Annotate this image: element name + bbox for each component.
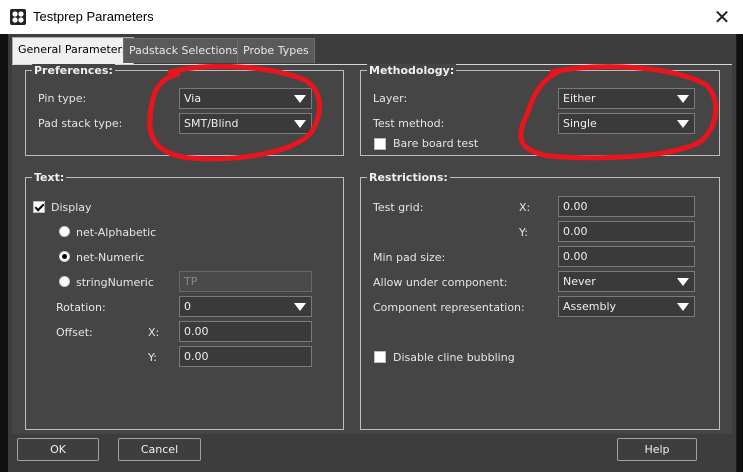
string-numeric-label: stringNumeric: [76, 276, 154, 289]
test-method-value: Single: [563, 117, 597, 130]
tab-probe-types[interactable]: Probe Types: [237, 38, 315, 63]
methodology-group: Methodology: Layer: Either Test method: …: [360, 64, 720, 156]
help-button[interactable]: Help: [617, 438, 697, 461]
test-grid-y-label: Y:: [519, 226, 528, 239]
rotation-select[interactable]: 0: [179, 296, 312, 317]
allow-under-component-label: Allow under component:: [373, 276, 508, 289]
pad-stack-type-select[interactable]: SMT/Blind: [179, 113, 312, 134]
component-representation-select[interactable]: Assembly: [558, 296, 695, 317]
text-legend: Text:: [32, 171, 67, 184]
close-icon[interactable]: ✕: [709, 4, 735, 30]
ok-button[interactable]: OK: [17, 438, 99, 461]
chevron-down-icon: [294, 120, 306, 128]
preferences-group: Preferences: Pin type: Via Pad stack typ…: [25, 64, 344, 156]
display-checkbox[interactable]: [33, 201, 45, 213]
disable-cline-bubbling-checkbox[interactable]: [374, 351, 386, 363]
offset-x-field[interactable]: 0.00: [179, 321, 312, 342]
restrictions-group: Restrictions: Test grid: X: 0.00 Y: 0.00…: [360, 171, 720, 430]
pad-stack-type-value: SMT/Blind: [184, 117, 239, 130]
chevron-down-icon: [294, 95, 306, 103]
chevron-down-icon: [294, 303, 306, 311]
restrictions-legend: Restrictions:: [367, 171, 450, 184]
canvas-edge-left: [0, 34, 8, 472]
tab-padstack-selections[interactable]: Padstack Selections: [123, 38, 244, 63]
disable-cline-bubbling-label: Disable cline bubbling: [393, 351, 515, 364]
rotation-label: Rotation:: [56, 301, 106, 314]
chevron-down-icon: [677, 303, 689, 311]
test-grid-y-field[interactable]: 0.00: [558, 221, 695, 242]
min-pad-size-field[interactable]: 0.00: [558, 246, 695, 267]
app-icon: [10, 9, 26, 25]
component-representation-label: Component representation:: [373, 301, 525, 314]
layer-select[interactable]: Either: [558, 88, 695, 109]
canvas-edge-right: [737, 34, 743, 472]
chevron-down-icon: [677, 120, 689, 128]
string-numeric-field[interactable]: TP: [179, 271, 312, 292]
title-bar: Testprep Parameters ✕: [0, 0, 743, 34]
offset-y-label: Y:: [148, 351, 157, 364]
tab-general-parameters[interactable]: General Parameters: [12, 37, 134, 64]
net-alphabetic-label: net-Alphabetic: [76, 226, 157, 239]
min-pad-size-label: Min pad size:: [373, 251, 446, 264]
offset-label: Offset:: [56, 326, 93, 339]
radio-net-alphabetic[interactable]: [59, 226, 70, 237]
chevron-down-icon: [677, 278, 689, 286]
radio-string-numeric[interactable]: [59, 276, 70, 287]
test-method-label: Test method:: [373, 117, 445, 130]
test-grid-label: Test grid:: [373, 201, 424, 214]
pin-type-value: Via: [184, 92, 202, 105]
radio-net-numeric[interactable]: [59, 251, 70, 262]
text-group: Text: Display net-Alphabetic net-Numeric…: [25, 171, 344, 430]
allow-under-component-select[interactable]: Never: [558, 271, 695, 292]
methodology-legend: Methodology:: [367, 64, 457, 77]
offset-y-field[interactable]: 0.00: [179, 346, 312, 367]
test-grid-x-field[interactable]: 0.00: [558, 196, 695, 217]
chevron-down-icon: [677, 95, 689, 103]
test-grid-x-label: X:: [519, 201, 531, 214]
pad-stack-type-label: Pad stack type:: [38, 117, 123, 130]
rotation-value: 0: [184, 300, 191, 313]
component-representation-value: Assembly: [563, 300, 617, 313]
allow-under-component-value: Never: [563, 275, 596, 288]
window-title: Testprep Parameters: [33, 9, 154, 24]
cancel-button[interactable]: Cancel: [118, 438, 201, 461]
layer-value: Either: [563, 92, 596, 105]
layer-label: Layer:: [373, 92, 408, 105]
pin-type-select[interactable]: Via: [179, 88, 312, 109]
dialog: General Parameters Padstack Selections P…: [8, 34, 736, 472]
test-method-select[interactable]: Single: [558, 113, 695, 134]
display-label: Display: [51, 201, 92, 214]
net-numeric-label: net-Numeric: [76, 251, 145, 264]
pin-type-label: Pin type:: [38, 92, 87, 105]
tab-panel: Preferences: Pin type: Via Pad stack typ…: [12, 64, 732, 434]
preferences-legend: Preferences:: [32, 64, 115, 77]
offset-x-label: X:: [148, 326, 160, 339]
bare-board-test-label: Bare board test: [393, 137, 479, 150]
bare-board-test-checkbox[interactable]: [374, 138, 386, 150]
